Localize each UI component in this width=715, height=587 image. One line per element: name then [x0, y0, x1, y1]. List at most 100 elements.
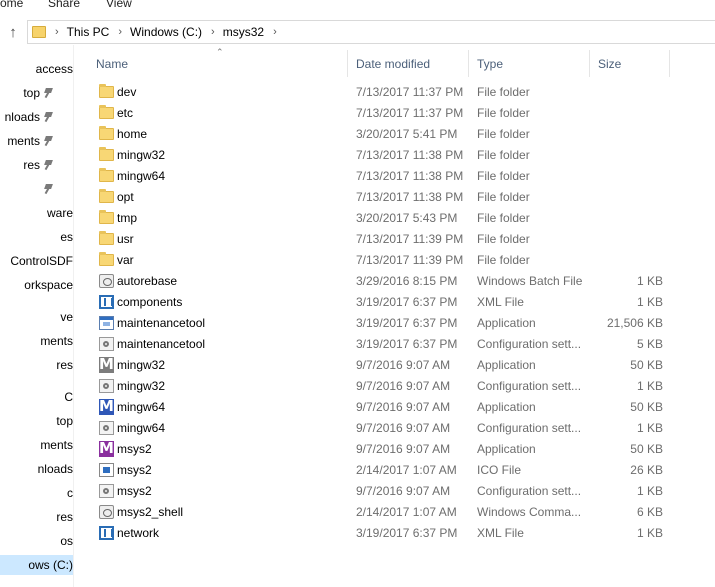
- column-header-name[interactable]: Name: [88, 50, 348, 77]
- nav-item[interactable]: res: [0, 507, 73, 527]
- nav-item[interactable]: ve: [0, 307, 73, 327]
- file-size: 1 KB: [636, 295, 663, 309]
- nav-item[interactable]: [0, 179, 73, 199]
- file-date-modified: 9/7/2016 9:07 AM: [356, 400, 451, 414]
- file-row[interactable]: mingw32 7/13/2017 11:38 PM File folder: [88, 145, 715, 166]
- file-size: 50 KB: [630, 442, 663, 456]
- chevron-right-icon[interactable]: ›: [118, 26, 122, 38]
- file-row[interactable]: msys2 9/7/2016 9:07 AM Configuration sett.…: [88, 481, 715, 502]
- file-row[interactable]: Mmingw64 9/7/2016 9:07 AM Application 50 KB: [88, 397, 715, 418]
- file-name: mingw64: [117, 400, 166, 414]
- ribbon-tab-home[interactable]: ome: [0, 0, 23, 10]
- file-row[interactable]: msys2_shell 2/14/2017 1:07 AM Windows Comm…: [88, 502, 715, 523]
- file-row[interactable]: mingw64 9/7/2016 9:07 AM Configuration set…: [88, 418, 715, 439]
- file-name: usr: [117, 232, 134, 246]
- file-row[interactable]: autorebase 3/29/2016 8:15 PM Windows Batch…: [88, 271, 715, 292]
- pin-icon[interactable]: [44, 112, 54, 123]
- file-size: 21,506 KB: [606, 316, 663, 330]
- nav-item[interactable]: res: [0, 155, 73, 175]
- nav-item[interactable]: C: [0, 387, 73, 407]
- nav-item-label: ments: [7, 134, 40, 148]
- file-name: maintenancetool: [117, 337, 206, 351]
- file-row[interactable]: Mmsys2 9/7/2016 9:07 AM Application 50 KB: [88, 439, 715, 460]
- file-size: [562, 82, 663, 103]
- file-row[interactable]: var 7/13/2017 11:39 PM File folder: [88, 250, 715, 271]
- file-row[interactable]: etc 7/13/2017 11:37 PM File folder: [88, 103, 715, 124]
- nav-item[interactable]: top: [0, 83, 73, 103]
- file-date-modified: 9/7/2016 9:07 AM: [356, 358, 451, 372]
- nav-item[interactable]: os: [0, 531, 73, 551]
- nav-item[interactable]: ments: [0, 131, 73, 151]
- file-row[interactable]: components 3/19/2017 6:37 PM XML File 1 KB: [88, 292, 715, 313]
- chevron-right-icon[interactable]: ›: [273, 26, 277, 38]
- breadcrumb-windows-c[interactable]: Windows (C:): [130, 25, 202, 39]
- file-date-modified: 3/19/2017 6:37 PM: [356, 295, 458, 309]
- nav-item[interactable]: nloads: [0, 107, 73, 127]
- file-size: 26 KB: [630, 463, 663, 477]
- file-size: [562, 145, 663, 166]
- pin-icon[interactable]: [44, 184, 54, 195]
- file-size: [562, 166, 663, 187]
- file-row[interactable]: maintenancetool 3/19/2017 6:37 PM Configur…: [88, 334, 715, 355]
- nav-item-label: ments: [40, 438, 73, 452]
- nav-item[interactable]: ments: [0, 331, 73, 351]
- nav-item[interactable]: top: [0, 411, 73, 431]
- file-row[interactable]: dev 7/13/2017 11:37 PM File folder: [88, 82, 715, 103]
- breadcrumb-this-pc[interactable]: This PC: [67, 25, 110, 39]
- file-name: opt: [117, 190, 134, 204]
- address-bar[interactable]: › This PC › Windows (C:) › msys32 ›: [27, 20, 715, 44]
- file-size: 1 KB: [636, 526, 663, 540]
- file-name: autorebase: [117, 274, 178, 288]
- nav-item-label: ments: [40, 334, 73, 348]
- folder-icon: [99, 231, 114, 245]
- nav-item[interactable]: ware: [0, 203, 73, 223]
- nav-item[interactable]: es: [0, 227, 73, 247]
- nav-item[interactable]: nloads: [0, 459, 73, 479]
- config-file-icon: [99, 337, 114, 351]
- ribbon-tabs: ome Share View: [0, 0, 715, 12]
- nav-item[interactable]: ows (C:): [0, 555, 73, 575]
- file-name: dev: [117, 85, 137, 99]
- nav-item[interactable]: res: [0, 355, 73, 375]
- folder-icon: [99, 210, 114, 224]
- file-row[interactable]: mingw64 7/13/2017 11:38 PM File folder: [88, 166, 715, 187]
- ribbon-tab-view[interactable]: View: [106, 0, 132, 10]
- column-header-size[interactable]: Size: [590, 50, 670, 77]
- navigation-pane[interactable]: access top nloads ments res ware es ControlSDF o…: [0, 45, 74, 587]
- nav-item-label: res: [56, 358, 73, 372]
- chevron-right-icon[interactable]: ›: [211, 26, 215, 38]
- file-row[interactable]: msys2 2/14/2017 1:07 AM ICO File 26 KB: [88, 460, 715, 481]
- column-header-type[interactable]: Type: [469, 50, 590, 77]
- nav-item[interactable]: ControlSDF: [0, 251, 73, 271]
- ribbon-tab-share[interactable]: Share: [48, 0, 80, 10]
- file-name: components: [117, 295, 183, 309]
- up-arrow-icon[interactable]: ↑: [3, 22, 23, 42]
- nav-item[interactable]: c: [0, 483, 73, 503]
- file-date-modified: 2/14/2017 1:07 AM: [356, 463, 457, 477]
- file-row[interactable]: tmp 3/20/2017 5:43 PM File folder: [88, 208, 715, 229]
- file-size: [562, 250, 663, 271]
- batch-file-icon: [99, 274, 114, 288]
- file-name: mingw32: [117, 148, 166, 162]
- file-row[interactable]: network 3/19/2017 6:37 PM XML File 1 KB: [88, 523, 715, 544]
- folder-icon: [99, 189, 114, 203]
- nav-item-label: res: [56, 510, 73, 524]
- file-name: etc: [117, 106, 134, 120]
- file-row[interactable]: usr 7/13/2017 11:39 PM File folder: [88, 229, 715, 250]
- nav-item-label: es: [60, 230, 73, 244]
- pin-icon[interactable]: [44, 88, 54, 99]
- nav-item[interactable]: ments: [0, 435, 73, 455]
- column-header-date-modified[interactable]: Date modified: [348, 50, 469, 77]
- chevron-right-icon[interactable]: ›: [55, 26, 59, 38]
- breadcrumb-msys32[interactable]: msys32: [223, 25, 264, 39]
- pin-icon[interactable]: [44, 136, 54, 147]
- file-row[interactable]: home 3/20/2017 5:41 PM File folder: [88, 124, 715, 145]
- file-row[interactable]: opt 7/13/2017 11:38 PM File folder: [88, 187, 715, 208]
- nav-item[interactable]: access: [0, 59, 73, 79]
- pin-icon[interactable]: [44, 160, 54, 171]
- mingw32-app-icon: M: [99, 355, 114, 373]
- file-row[interactable]: Mmingw32 9/7/2016 9:07 AM Application 50 KB: [88, 355, 715, 376]
- file-row[interactable]: mingw32 9/7/2016 9:07 AM Configuration set…: [88, 376, 715, 397]
- file-row[interactable]: maintenancetool 3/19/2017 6:37 PM Applicat…: [88, 313, 715, 334]
- nav-item[interactable]: orkspace: [0, 275, 73, 295]
